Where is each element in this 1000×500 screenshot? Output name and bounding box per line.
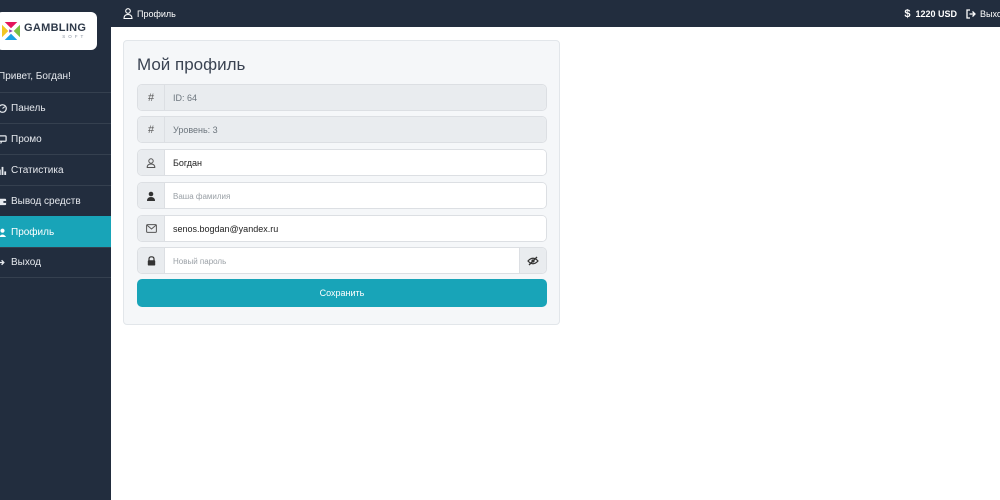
logout-icon — [0, 258, 7, 267]
page-title: Мой профиль — [137, 55, 246, 74]
balance-value: 1220 USD — [915, 9, 957, 19]
hash-icon: # — [138, 117, 165, 142]
sidebar-item-profile[interactable]: Профиль — [0, 216, 111, 247]
password-field-group — [137, 247, 547, 274]
id-field — [165, 85, 546, 110]
first-name-field-group — [137, 149, 547, 176]
sidebar-item-label: Статистика — [11, 164, 64, 176]
sidebar-item-label: Панель — [11, 102, 46, 114]
hash-icon: # — [138, 85, 165, 110]
sidebar-item-promo[interactable]: Промо — [0, 123, 111, 154]
topbar-logout-link[interactable]: Выход — [966, 9, 1000, 19]
promo-icon — [0, 134, 7, 144]
user-outline-icon — [138, 150, 165, 175]
id-field-group: # — [137, 84, 547, 111]
last-name-field[interactable] — [165, 183, 546, 208]
lock-icon — [138, 248, 165, 273]
email-field-group — [137, 215, 547, 242]
sidebar-menu: Панель Промо Статистика Вывод средств Пр… — [0, 92, 111, 278]
chart-icon — [0, 166, 7, 175]
brand-name: GAMBLING — [24, 21, 87, 34]
sidebar-item-label: Выход — [11, 257, 41, 268]
profile-card: Мой профиль # # Сохранить — [123, 40, 560, 325]
sidebar: GAMBLING SOFT Привет, Богдан! Панель Про… — [0, 0, 111, 500]
greeting: Привет, Богдан! — [0, 71, 71, 82]
email-field[interactable] — [165, 216, 546, 241]
sidebar-item-stats[interactable]: Статистика — [0, 154, 111, 185]
sidebar-item-label: Промо — [11, 133, 42, 145]
envelope-icon — [138, 216, 165, 241]
topbar: Профиль $ 1220 USD Выход — [111, 0, 1000, 27]
topbar-profile-link[interactable]: Профиль — [123, 8, 176, 19]
sidebar-item-panel[interactable]: Панель — [0, 92, 111, 123]
sidebar-item-label: Вывод средств — [11, 195, 81, 207]
dollar-icon: $ — [904, 8, 911, 20]
sidebar-item-label: Профиль — [11, 226, 55, 238]
level-field — [165, 117, 546, 142]
password-field[interactable] — [165, 248, 519, 273]
dashboard-icon — [0, 103, 7, 113]
user-icon — [138, 183, 165, 208]
logout-label: Выход — [980, 9, 1000, 19]
eye-slash-icon[interactable] — [519, 248, 546, 273]
brand-logo-icon — [2, 22, 20, 40]
wallet-icon — [0, 197, 7, 206]
level-field-group: # — [137, 116, 547, 143]
sidebar-item-logout[interactable]: Выход — [0, 247, 111, 278]
user-icon — [0, 228, 7, 237]
save-button[interactable]: Сохранить — [137, 279, 547, 307]
user-outline-icon — [123, 8, 133, 19]
sign-out-icon — [966, 9, 976, 19]
last-name-field-group — [137, 182, 547, 209]
sidebar-item-withdraw[interactable]: Вывод средств — [0, 185, 111, 216]
brand-sub: SOFT — [62, 33, 87, 39]
balance: $ 1220 USD — [904, 8, 957, 20]
brand-logo[interactable]: GAMBLING SOFT — [0, 12, 97, 50]
first-name-field[interactable] — [165, 150, 546, 175]
topbar-title: Профиль — [137, 8, 176, 19]
